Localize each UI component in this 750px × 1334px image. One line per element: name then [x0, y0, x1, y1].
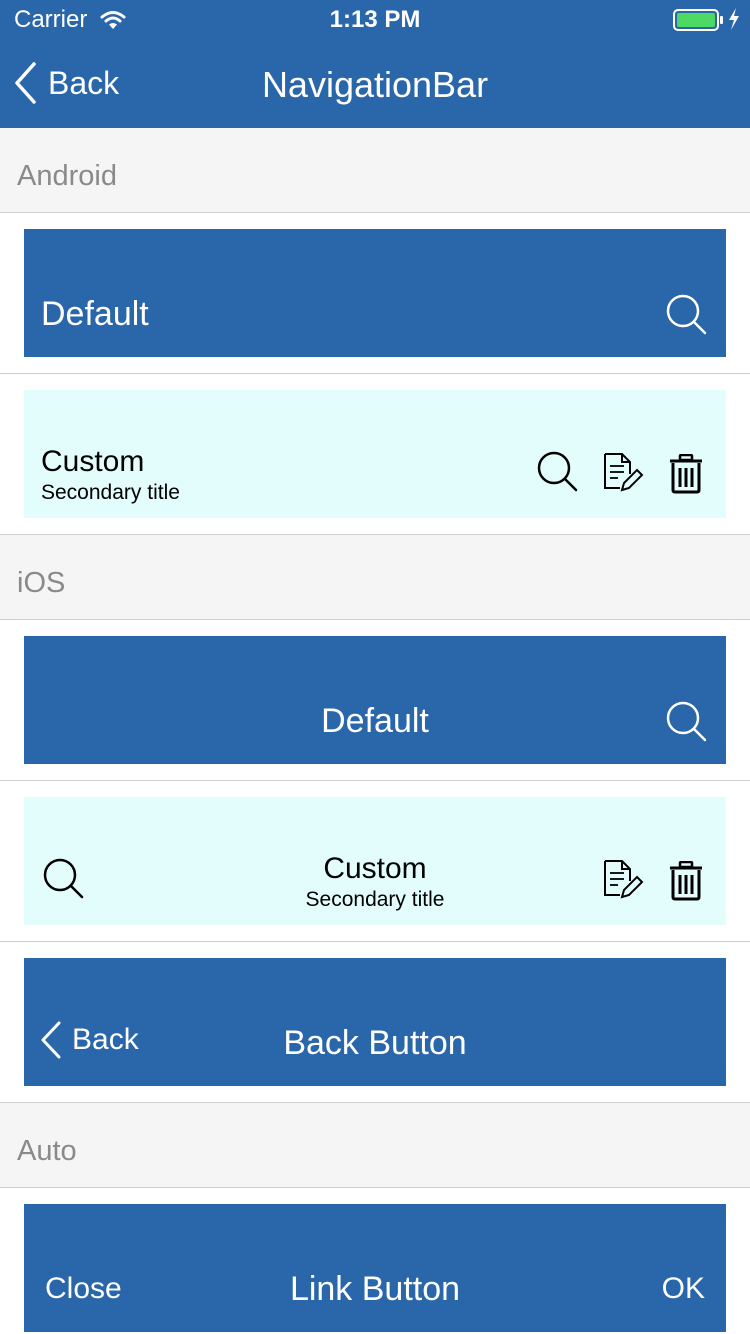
edit-document-icon[interactable] — [602, 859, 644, 901]
ios-custom-navbar: Custom Secondary title — [24, 797, 726, 925]
ios-default-title: Default — [321, 702, 429, 740]
search-icon[interactable] — [536, 450, 580, 494]
trash-icon[interactable] — [668, 454, 704, 494]
status-time: 1:13 PM — [329, 6, 421, 33]
page-title: NavigationBar — [261, 64, 489, 105]
list-item-ios-default: Default — [0, 620, 750, 781]
android-custom-title: Custom — [41, 445, 145, 478]
ios-back-title: Back Button — [283, 1024, 467, 1062]
section-header-android: Android — [0, 128, 750, 213]
list-item-android-custom: Custom Secondary title — [0, 374, 750, 535]
list-item-ios-custom: Custom Secondary title — [0, 781, 750, 942]
app-header: Carrier 1:13 PM Back NavigationBar — [0, 0, 750, 128]
battery-icon — [673, 9, 723, 31]
list-item-auto-link: Close Link Button OK — [0, 1188, 750, 1334]
search-icon[interactable] — [665, 700, 709, 744]
android-custom-subtitle: Secondary title — [41, 481, 180, 504]
search-icon[interactable] — [665, 293, 709, 337]
android-custom-navbar: Custom Secondary title — [24, 390, 726, 518]
section-header-auto: Auto — [0, 1103, 750, 1188]
list-item-android-default: Default — [0, 213, 750, 374]
section-label-ios: iOS — [17, 567, 66, 599]
section-label-auto: Auto — [17, 1135, 77, 1167]
android-default-navbar: Default — [24, 229, 726, 357]
charging-icon — [729, 8, 739, 30]
ok-button[interactable]: OK — [662, 1272, 705, 1306]
edit-document-icon[interactable] — [602, 452, 644, 494]
ios-default-navbar: Default — [24, 636, 726, 764]
section-header-ios: iOS — [0, 535, 750, 620]
list-item-ios-back-button: Back Back Button — [0, 942, 750, 1103]
auto-link-navbar: Close Link Button OK — [24, 1204, 726, 1332]
ios-back-navbar: Back Back Button — [24, 958, 726, 1086]
section-label-android: Android — [17, 160, 117, 192]
auto-link-title: Link Button — [289, 1270, 461, 1308]
android-default-title: Default — [41, 295, 149, 333]
trash-icon[interactable] — [668, 861, 704, 901]
